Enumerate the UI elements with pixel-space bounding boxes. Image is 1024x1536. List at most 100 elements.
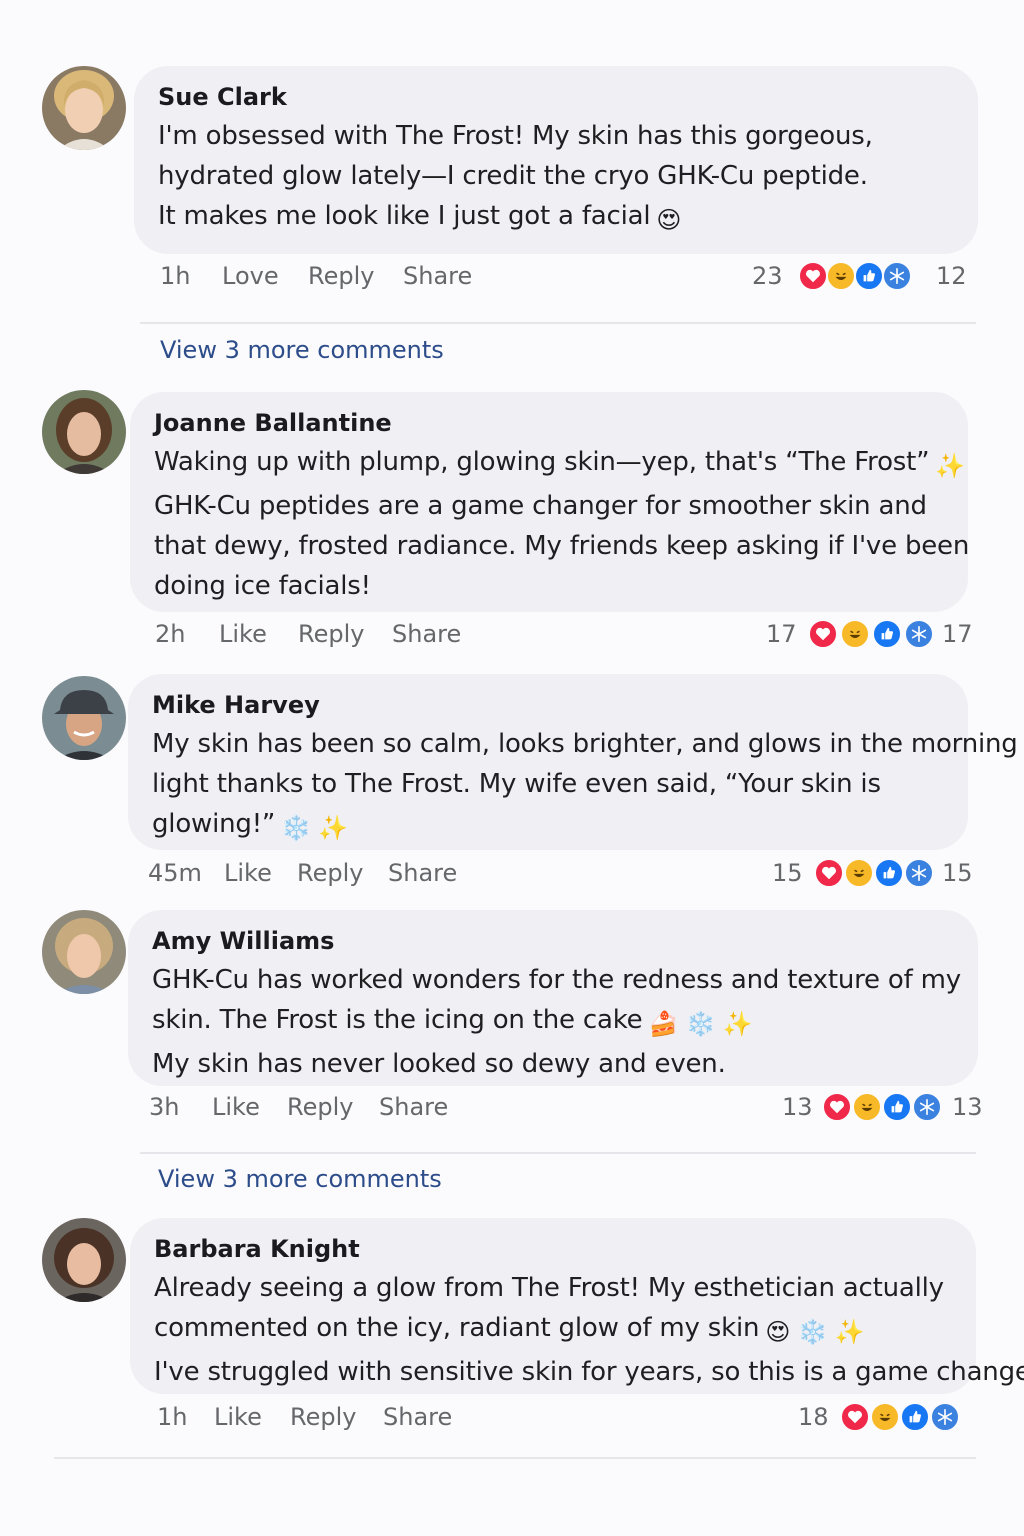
comment-text-line: GHK-Cu has worked wonders for the rednes… <box>152 965 961 995</box>
comment-time: 45m <box>148 859 202 887</box>
snowflake-icon <box>882 261 912 291</box>
comment-time: 2h <box>155 620 186 648</box>
reaction-count: 17 <box>942 620 973 648</box>
reaction-count: 12 <box>936 262 967 290</box>
cake-snowflake-sparkles-emoji-icon: 🍰 ❄️ ✨ <box>648 1010 753 1038</box>
love-icon <box>840 1402 870 1432</box>
comment-time: 1h <box>160 262 191 290</box>
like-button[interactable]: Like <box>212 1089 260 1125</box>
reaction-count: 15 <box>942 859 973 887</box>
heart-eyes-emoji-icon: 😍 <box>656 206 682 234</box>
comment-text-line: GHK-Cu peptides are a game changer for s… <box>154 491 927 521</box>
haha-icon <box>840 619 870 649</box>
comment-bubble: Barbara Knight Already seeing a glow fro… <box>130 1218 1024 1394</box>
reply-button[interactable]: Reply <box>297 855 363 891</box>
like-button[interactable]: Like <box>214 1399 262 1435</box>
haha-icon <box>852 1092 882 1122</box>
comment-actions: 2h Like Reply Share <box>155 616 555 652</box>
comment-actions: 45m Like Reply Share <box>148 855 548 891</box>
comment-text-line: I'm obsessed with The Frost! My skin has… <box>158 121 873 151</box>
comment-text-line: that dewy, frosted radiance. My friends … <box>154 531 970 561</box>
love-icon <box>814 858 844 888</box>
comment-bubble: Sue Clark I'm obsessed with The Frost! M… <box>134 66 978 254</box>
comment-bubble: Joanne Ballantine Waking up with plump, … <box>130 392 970 612</box>
share-button[interactable]: Share <box>403 258 472 294</box>
comment-author[interactable]: Mike Harvey <box>152 690 946 720</box>
view-more-comments-link[interactable]: View 3 more comments <box>158 1165 442 1193</box>
reaction-count: 17 <box>766 620 797 648</box>
snowflake-icon <box>904 619 934 649</box>
divider <box>140 1152 976 1154</box>
comment-time: 3h <box>149 1093 180 1121</box>
comment-time: 1h <box>157 1403 188 1431</box>
comment-actions: 1h Love Reply Share <box>160 258 560 294</box>
snowflake-icon <box>912 1092 942 1122</box>
love-icon <box>808 619 838 649</box>
comment-text-line: Waking up with plump, glowing skin—yep, … <box>154 442 965 486</box>
snowflake-icon <box>904 858 934 888</box>
reply-button[interactable]: Reply <box>290 1399 356 1435</box>
avatar[interactable] <box>42 676 126 760</box>
reaction-summary[interactable]: 18 <box>798 1399 998 1435</box>
comment-text-line: light thanks to The Frost. My wife even … <box>152 769 881 799</box>
view-more-comments-link[interactable]: View 3 more comments <box>160 336 444 364</box>
comment-text-line: skin. The Frost is the icing on the cake… <box>152 1000 956 1044</box>
comment-actions: 1h Like Reply Share <box>157 1399 557 1435</box>
reaction-count: 15 <box>772 859 803 887</box>
share-button[interactable]: Share <box>392 616 461 652</box>
like-icon <box>882 1092 912 1122</box>
reaction-summary[interactable]: 13 13 <box>782 1089 1012 1125</box>
reaction-count: 23 <box>752 262 783 290</box>
share-button[interactable]: Share <box>383 1399 452 1435</box>
avatar[interactable] <box>42 66 126 150</box>
avatar[interactable] <box>42 1218 126 1302</box>
avatar[interactable] <box>42 390 126 474</box>
comment-author[interactable]: Barbara Knight <box>154 1234 954 1264</box>
haha-icon <box>844 858 874 888</box>
comment-text-line: It makes me look like I just got a facia… <box>158 196 956 240</box>
divider <box>140 322 976 324</box>
sparkles-emoji-icon: ✨ <box>935 452 966 480</box>
comment-text-line: My skin has been so calm, looks brighter… <box>152 729 1018 759</box>
comment-text-line: hydrated glow lately—I credit the cryo G… <box>158 161 868 191</box>
comment-text-line: My skin has never looked so dewy and eve… <box>152 1049 726 1079</box>
comment-text-line: Already seeing a glow from The Frost! My… <box>154 1273 944 1303</box>
reply-button[interactable]: Reply <box>298 616 364 652</box>
comment-text-line: commented on the icy, radiant glow of my… <box>154 1308 954 1352</box>
comment-text-line: I've struggled with sensitive skin for y… <box>154 1357 1024 1387</box>
comment-author[interactable]: Joanne Ballantine <box>154 408 946 438</box>
avatar[interactable] <box>42 910 126 994</box>
comment-author[interactable]: Sue Clark <box>158 82 956 112</box>
share-button[interactable]: Share <box>379 1089 448 1125</box>
comment-bubble: Mike Harvey My skin has been so calm, lo… <box>128 674 1018 850</box>
reaction-count: 18 <box>798 1403 829 1431</box>
comment-text-line: doing ice facials! <box>154 571 371 601</box>
reaction-summary[interactable]: 23 12 <box>752 258 982 294</box>
comment-text-line: glowing!” ❄️ ✨ <box>152 804 946 848</box>
reply-button[interactable]: Reply <box>308 258 374 294</box>
love-icon <box>822 1092 852 1122</box>
reaction-count: 13 <box>952 1093 983 1121</box>
comment-author[interactable]: Amy Williams <box>152 926 956 956</box>
reaction-count: 13 <box>782 1093 813 1121</box>
snowflake-icon <box>930 1402 960 1432</box>
like-button[interactable]: Like <box>224 855 272 891</box>
love-button[interactable]: Love <box>222 258 279 294</box>
love-icon <box>798 261 828 291</box>
haha-icon <box>826 261 856 291</box>
divider <box>54 1457 976 1459</box>
snowflake-sparkles-emoji-icon: ❄️ ✨ <box>281 814 348 842</box>
like-icon <box>854 261 884 291</box>
like-icon <box>900 1402 930 1432</box>
reaction-summary[interactable]: 17 17 <box>766 616 996 652</box>
reaction-summary[interactable]: 15 15 <box>772 855 1002 891</box>
like-icon <box>874 858 904 888</box>
haha-icon <box>870 1402 900 1432</box>
heart-eyes-snowflake-sparkles-emoji-icon: 😍 ❄️ ✨ <box>765 1318 865 1346</box>
like-icon <box>872 619 902 649</box>
comment-bubble: Amy Williams GHK-Cu has worked wonders f… <box>128 910 978 1086</box>
share-button[interactable]: Share <box>388 855 457 891</box>
comment-actions: 3h Like Reply Share <box>149 1089 549 1125</box>
like-button[interactable]: Like <box>219 616 267 652</box>
reply-button[interactable]: Reply <box>287 1089 353 1125</box>
